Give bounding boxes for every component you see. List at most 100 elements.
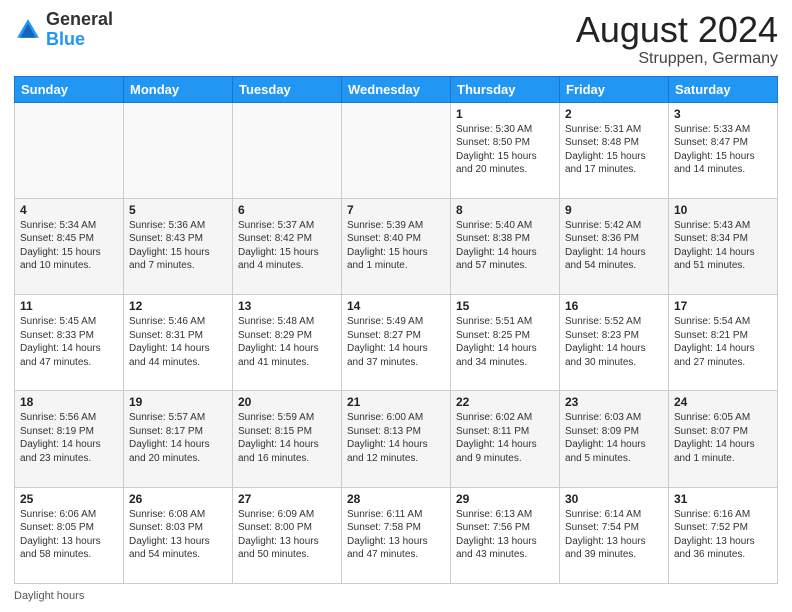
- day-number: 26: [129, 492, 227, 506]
- day-info: Sunrise: 5:37 AM Sunset: 8:42 PM Dayligh…: [238, 219, 336, 273]
- day-number: 29: [456, 492, 554, 506]
- calendar-cell: 19 Sunrise: 5:57 AM Sunset: 8:17 PM Dayli…: [124, 391, 233, 487]
- calendar-cell: [124, 102, 233, 198]
- calendar-cell: 3 Sunrise: 5:33 AM Sunset: 8:47 PM Daylig…: [669, 102, 778, 198]
- calendar-cell: [15, 102, 124, 198]
- title-location: Struppen, Germany: [576, 50, 778, 68]
- calendar-cell: 17 Sunrise: 5:54 AM Sunset: 8:21 PM Dayli…: [669, 295, 778, 391]
- page: General Blue August 2024 Struppen, Germa…: [0, 0, 792, 612]
- title-block: August 2024 Struppen, Germany: [576, 10, 778, 68]
- calendar-cell: 13 Sunrise: 5:48 AM Sunset: 8:29 PM Dayli…: [233, 295, 342, 391]
- day-info: Sunrise: 6:03 AM Sunset: 8:09 PM Dayligh…: [565, 411, 663, 465]
- header: General Blue August 2024 Struppen, Germa…: [14, 10, 778, 68]
- day-info: Sunrise: 6:06 AM Sunset: 8:05 PM Dayligh…: [20, 508, 118, 562]
- calendar-table: SundayMondayTuesdayWednesdayThursdayFrid…: [14, 76, 778, 584]
- footer-label: Daylight hours: [14, 590, 84, 602]
- calendar-cell: 24 Sunrise: 6:05 AM Sunset: 8:07 PM Dayli…: [669, 391, 778, 487]
- day-number: 14: [347, 299, 445, 313]
- day-number: 11: [20, 299, 118, 313]
- calendar-day-header: Tuesday: [233, 76, 342, 102]
- day-number: 12: [129, 299, 227, 313]
- calendar-week-row: 25 Sunrise: 6:06 AM Sunset: 8:05 PM Dayli…: [15, 487, 778, 583]
- day-number: 27: [238, 492, 336, 506]
- day-info: Sunrise: 6:13 AM Sunset: 7:56 PM Dayligh…: [456, 508, 554, 562]
- calendar-cell: 12Sunrise: 5:46 AM Sunset: 8:31 PM Dayli…: [124, 295, 233, 391]
- day-number: 21: [347, 395, 445, 409]
- day-number: 24: [674, 395, 772, 409]
- calendar-cell: [233, 102, 342, 198]
- calendar-cell: [342, 102, 451, 198]
- calendar-cell: 7Sunrise: 5:39 AM Sunset: 8:40 PM Daylig…: [342, 198, 451, 294]
- day-number: 5: [129, 203, 227, 217]
- day-info: Sunrise: 6:08 AM Sunset: 8:03 PM Dayligh…: [129, 508, 227, 562]
- day-number: 2: [565, 107, 663, 121]
- day-info: Sunrise: 5:48 AM Sunset: 8:29 PM Dayligh…: [238, 315, 336, 369]
- day-info: Sunrise: 5:42 AM Sunset: 8:36 PM Dayligh…: [565, 219, 663, 273]
- day-info: Sunrise: 6:00 AM Sunset: 8:13 PM Dayligh…: [347, 411, 445, 465]
- day-info: Sunrise: 5:33 AM Sunset: 8:47 PM Dayligh…: [674, 123, 772, 177]
- calendar-cell: 11 Sunrise: 5:45 AM Sunset: 8:33 PM Dayli…: [15, 295, 124, 391]
- day-number: 30: [565, 492, 663, 506]
- day-info: Sunrise: 6:14 AM Sunset: 7:54 PM Dayligh…: [565, 508, 663, 562]
- day-number: 31: [674, 492, 772, 506]
- day-number: 20: [238, 395, 336, 409]
- day-info: Sunrise: 5:40 AM Sunset: 8:38 PM Dayligh…: [456, 219, 554, 273]
- day-info: Sunrise: 6:05 AM Sunset: 8:07 PM Dayligh…: [674, 411, 772, 465]
- day-info: Sunrise: 5:45 AM Sunset: 8:33 PM Dayligh…: [20, 315, 118, 369]
- day-number: 22: [456, 395, 554, 409]
- calendar-cell: 27 Sunrise: 6:09 AM Sunset: 8:00 PM Dayli…: [233, 487, 342, 583]
- calendar-week-row: 18Sunrise: 5:56 AM Sunset: 8:19 PM Dayli…: [15, 391, 778, 487]
- day-info: Sunrise: 6:09 AM Sunset: 8:00 PM Dayligh…: [238, 508, 336, 562]
- calendar-day-header: Sunday: [15, 76, 124, 102]
- day-info: Sunrise: 5:57 AM Sunset: 8:17 PM Dayligh…: [129, 411, 227, 465]
- day-info: Sunrise: 5:54 AM Sunset: 8:21 PM Dayligh…: [674, 315, 772, 369]
- calendar-day-header: Friday: [560, 76, 669, 102]
- day-info: Sunrise: 6:11 AM Sunset: 7:58 PM Dayligh…: [347, 508, 445, 562]
- title-month: August 2024: [576, 10, 778, 50]
- day-number: 7: [347, 203, 445, 217]
- calendar-cell: 14 Sunrise: 5:49 AM Sunset: 8:27 PM Dayli…: [342, 295, 451, 391]
- day-number: 15: [456, 299, 554, 313]
- calendar-week-row: 11 Sunrise: 5:45 AM Sunset: 8:33 PM Dayli…: [15, 295, 778, 391]
- day-number: 13: [238, 299, 336, 313]
- logo-icon: [14, 16, 42, 44]
- calendar-cell: 16 Sunrise: 5:52 AM Sunset: 8:23 PM Dayli…: [560, 295, 669, 391]
- day-number: 16: [565, 299, 663, 313]
- calendar-cell: 10Sunrise: 5:43 AM Sunset: 8:34 PM Dayli…: [669, 198, 778, 294]
- calendar-day-header: Wednesday: [342, 76, 451, 102]
- day-number: 28: [347, 492, 445, 506]
- calendar-week-row: 1Sunrise: 5:30 AM Sunset: 8:50 PM Daylig…: [15, 102, 778, 198]
- day-info: Sunrise: 5:31 AM Sunset: 8:48 PM Dayligh…: [565, 123, 663, 177]
- day-number: 3: [674, 107, 772, 121]
- calendar-cell: 18Sunrise: 5:56 AM Sunset: 8:19 PM Dayli…: [15, 391, 124, 487]
- day-number: 25: [20, 492, 118, 506]
- day-info: Sunrise: 5:49 AM Sunset: 8:27 PM Dayligh…: [347, 315, 445, 369]
- day-number: 6: [238, 203, 336, 217]
- calendar-cell: 15Sunrise: 5:51 AM Sunset: 8:25 PM Dayli…: [451, 295, 560, 391]
- day-number: 23: [565, 395, 663, 409]
- day-info: Sunrise: 5:52 AM Sunset: 8:23 PM Dayligh…: [565, 315, 663, 369]
- calendar-cell: 26 Sunrise: 6:08 AM Sunset: 8:03 PM Dayli…: [124, 487, 233, 583]
- logo-blue: Blue: [46, 30, 113, 50]
- day-info: Sunrise: 6:16 AM Sunset: 7:52 PM Dayligh…: [674, 508, 772, 562]
- calendar-cell: 9 Sunrise: 5:42 AM Sunset: 8:36 PM Daylig…: [560, 198, 669, 294]
- day-number: 9: [565, 203, 663, 217]
- footer: Daylight hours: [14, 590, 778, 602]
- calendar-cell: 30 Sunrise: 6:14 AM Sunset: 7:54 PM Dayli…: [560, 487, 669, 583]
- calendar-day-header: Thursday: [451, 76, 560, 102]
- day-info: Sunrise: 5:56 AM Sunset: 8:19 PM Dayligh…: [20, 411, 118, 465]
- day-number: 17: [674, 299, 772, 313]
- day-number: 19: [129, 395, 227, 409]
- calendar-cell: 29 Sunrise: 6:13 AM Sunset: 7:56 PM Dayli…: [451, 487, 560, 583]
- calendar-cell: 5Sunrise: 5:36 AM Sunset: 8:43 PM Daylig…: [124, 198, 233, 294]
- day-info: Sunrise: 5:59 AM Sunset: 8:15 PM Dayligh…: [238, 411, 336, 465]
- calendar-day-header: Monday: [124, 76, 233, 102]
- calendar-cell: 1Sunrise: 5:30 AM Sunset: 8:50 PM Daylig…: [451, 102, 560, 198]
- calendar-cell: 23 Sunrise: 6:03 AM Sunset: 8:09 PM Dayli…: [560, 391, 669, 487]
- calendar-week-row: 4Sunrise: 5:34 AM Sunset: 8:45 PM Daylig…: [15, 198, 778, 294]
- day-info: Sunrise: 5:34 AM Sunset: 8:45 PM Dayligh…: [20, 219, 118, 273]
- logo-text: General Blue: [46, 10, 113, 50]
- day-info: Sunrise: 5:43 AM Sunset: 8:34 PM Dayligh…: [674, 219, 772, 273]
- calendar-cell: 21 Sunrise: 6:00 AM Sunset: 8:13 PM Dayli…: [342, 391, 451, 487]
- calendar-header-row: SundayMondayTuesdayWednesdayThursdayFrid…: [15, 76, 778, 102]
